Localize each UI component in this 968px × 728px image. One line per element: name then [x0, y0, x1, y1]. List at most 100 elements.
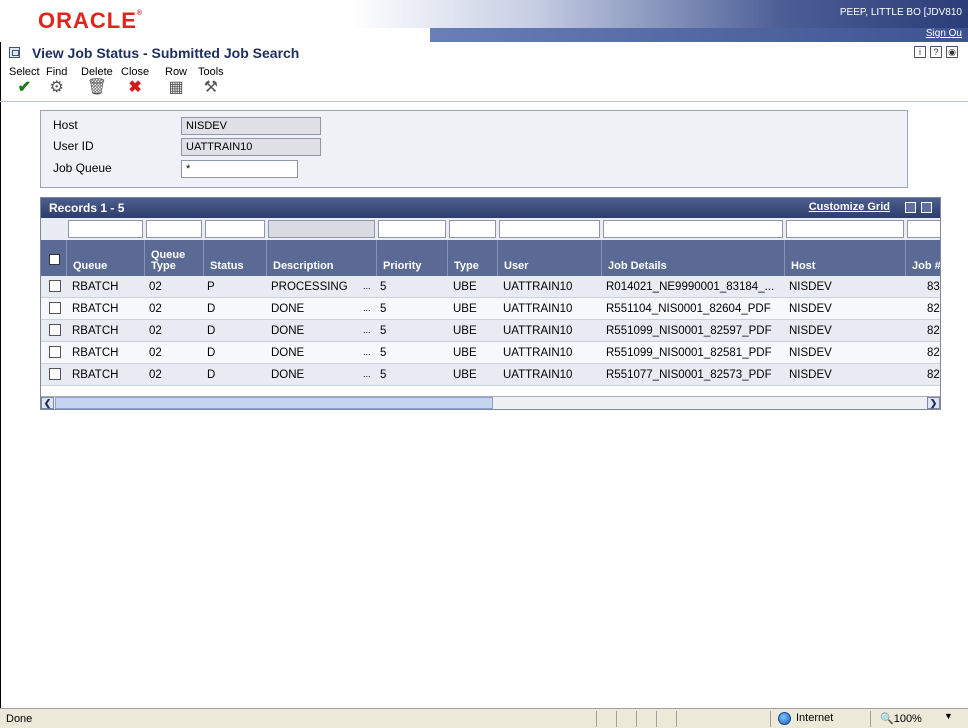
cell-description: DONE [271, 369, 305, 381]
cell-queue-type: 02 [149, 303, 162, 315]
cell-description-more[interactable]: ... [363, 369, 371, 379]
row-checkbox[interactable] [49, 324, 61, 336]
cell-job-details: R551077_NIS0001_82573_PDF [606, 369, 772, 381]
column-job-details[interactable]: Job Details [602, 240, 785, 276]
row-checkbox[interactable] [49, 280, 61, 292]
cell-job-number: 83 [927, 281, 940, 293]
cell-queue: RBATCH [72, 325, 119, 337]
customize-grid-link[interactable]: Customize Grid [809, 201, 890, 213]
scroll-thumb[interactable] [55, 397, 493, 409]
cell-priority: 5 [380, 325, 387, 337]
cell-job-details: R014021_NE9990001_83184_... [606, 281, 775, 293]
window-icon[interactable] [9, 47, 20, 58]
cell-user: UATTRAIN10 [503, 347, 573, 359]
zoom-level[interactable]: 🔍100% [880, 712, 922, 725]
jobqueue-input[interactable] [181, 160, 298, 178]
filter-queue-type[interactable] [146, 220, 202, 238]
cell-queue: RBATCH [72, 281, 119, 293]
cell-job-number: 82 [927, 325, 940, 337]
cell-description-more[interactable]: ... [363, 303, 371, 313]
globe-icon [778, 712, 791, 725]
filter-queue[interactable] [68, 220, 143, 238]
help-icons: i ? ◉ [914, 46, 958, 58]
cell-description: DONE [271, 325, 305, 337]
column-queue[interactable]: Queue [67, 240, 145, 276]
row-checkbox[interactable] [49, 346, 61, 358]
cell-host: NISDEV [789, 369, 832, 381]
export-icon[interactable] [905, 202, 916, 213]
cell-description-more[interactable]: ... [363, 347, 371, 357]
table-row[interactable]: RBATCH 02 D DONE ... 5 UBE UATTRAIN10 R5… [41, 364, 940, 386]
scroll-right-icon[interactable]: ❯ [927, 397, 940, 409]
grid-icon: ▦ [168, 79, 184, 96]
cell-queue: RBATCH [72, 369, 119, 381]
filter-job-details[interactable] [603, 220, 783, 238]
sign-out-link[interactable]: Sign Ou [926, 28, 962, 39]
column-priority[interactable]: Priority [377, 240, 448, 276]
status-text: Done [6, 713, 33, 725]
column-host[interactable]: Host [785, 240, 906, 276]
cell-queue-type: 02 [149, 281, 162, 293]
cell-queue-type: 02 [149, 347, 162, 359]
row-menu-button[interactable]: Row ▦ [165, 66, 187, 96]
column-type[interactable]: Type [448, 240, 498, 276]
table-row[interactable]: RBATCH 02 D DONE ... 5 UBE UATTRAIN10 R5… [41, 342, 940, 364]
trash-icon: 🗑 [86, 79, 108, 96]
filter-priority[interactable] [378, 220, 446, 238]
cell-queue: RBATCH [72, 303, 119, 315]
column-user[interactable]: User [498, 240, 602, 276]
cell-status: D [207, 325, 216, 337]
filter-host[interactable] [786, 220, 904, 238]
cell-type: UBE [453, 347, 477, 359]
tools-menu-button[interactable]: Tools ⚒ [198, 66, 224, 96]
filter-status[interactable] [205, 220, 265, 238]
user-info: PEEP, LITTLE BO [JDV810 [839, 7, 962, 18]
select-all-column [41, 240, 67, 276]
chevron-down-icon[interactable]: ▼ [944, 711, 953, 721]
column-description[interactable]: Description [267, 240, 377, 276]
cell-user: UATTRAIN10 [503, 369, 573, 381]
cell-user: UATTRAIN10 [503, 303, 573, 315]
info-icon[interactable]: i [914, 46, 926, 58]
filter-user[interactable] [499, 220, 600, 238]
help-icon[interactable]: ? [930, 46, 942, 58]
cell-description-more[interactable]: ... [363, 325, 371, 335]
cell-priority: 5 [380, 347, 387, 359]
close-icon: ✖ [128, 79, 142, 96]
column-job-number[interactable]: Job # [906, 240, 940, 276]
cell-description-more[interactable]: ... [363, 281, 371, 291]
find-button[interactable]: Find ⚙ [46, 66, 67, 96]
jobqueue-label: Job Queue [53, 161, 112, 175]
cell-job-number: 82 [927, 369, 940, 381]
delete-button[interactable]: Delete 🗑 [81, 66, 113, 96]
cell-status: D [207, 347, 216, 359]
find-icon: ⚙ [49, 79, 64, 96]
grid-title-bar: Records 1 - 5 Customize Grid [41, 198, 940, 218]
cell-status: D [207, 369, 216, 381]
about-icon[interactable]: ◉ [946, 46, 958, 58]
close-button[interactable]: Close ✖ [121, 66, 149, 96]
app-header: ORACLE® PEEP, LITTLE BO [JDV810 Sign Ou [0, 0, 968, 42]
column-status[interactable]: Status [204, 240, 267, 276]
table-row[interactable]: RBATCH 02 D DONE ... 5 UBE UATTRAIN10 R5… [41, 320, 940, 342]
cell-status: D [207, 303, 216, 315]
toolbar: Select ✔ Find ⚙ Delete 🗑 Close ✖ Row ▦ T… [0, 64, 968, 102]
scroll-left-icon[interactable]: ❮ [41, 397, 54, 409]
oracle-logo: ORACLE® [38, 8, 144, 33]
select-all-checkbox[interactable] [49, 254, 60, 265]
cell-priority: 5 [380, 369, 387, 381]
column-queue-type[interactable]: Queue Type [145, 240, 204, 276]
cell-description: DONE [271, 347, 305, 359]
cell-type: UBE [453, 369, 477, 381]
maximize-icon[interactable] [921, 202, 932, 213]
select-button[interactable]: Select ✔ [9, 66, 40, 96]
table-row[interactable]: RBATCH 02 D DONE ... 5 UBE UATTRAIN10 R5… [41, 298, 940, 320]
row-checkbox[interactable] [49, 302, 61, 314]
horizontal-scrollbar[interactable]: ❮ ❯ [41, 396, 940, 409]
filter-type[interactable] [449, 220, 496, 238]
host-label: Host [53, 118, 78, 132]
filter-job-number[interactable] [907, 220, 940, 238]
cell-type: UBE [453, 303, 477, 315]
row-checkbox[interactable] [49, 368, 61, 380]
table-row[interactable]: RBATCH 02 P PROCESSING ... 5 UBE UATTRAI… [41, 276, 940, 298]
